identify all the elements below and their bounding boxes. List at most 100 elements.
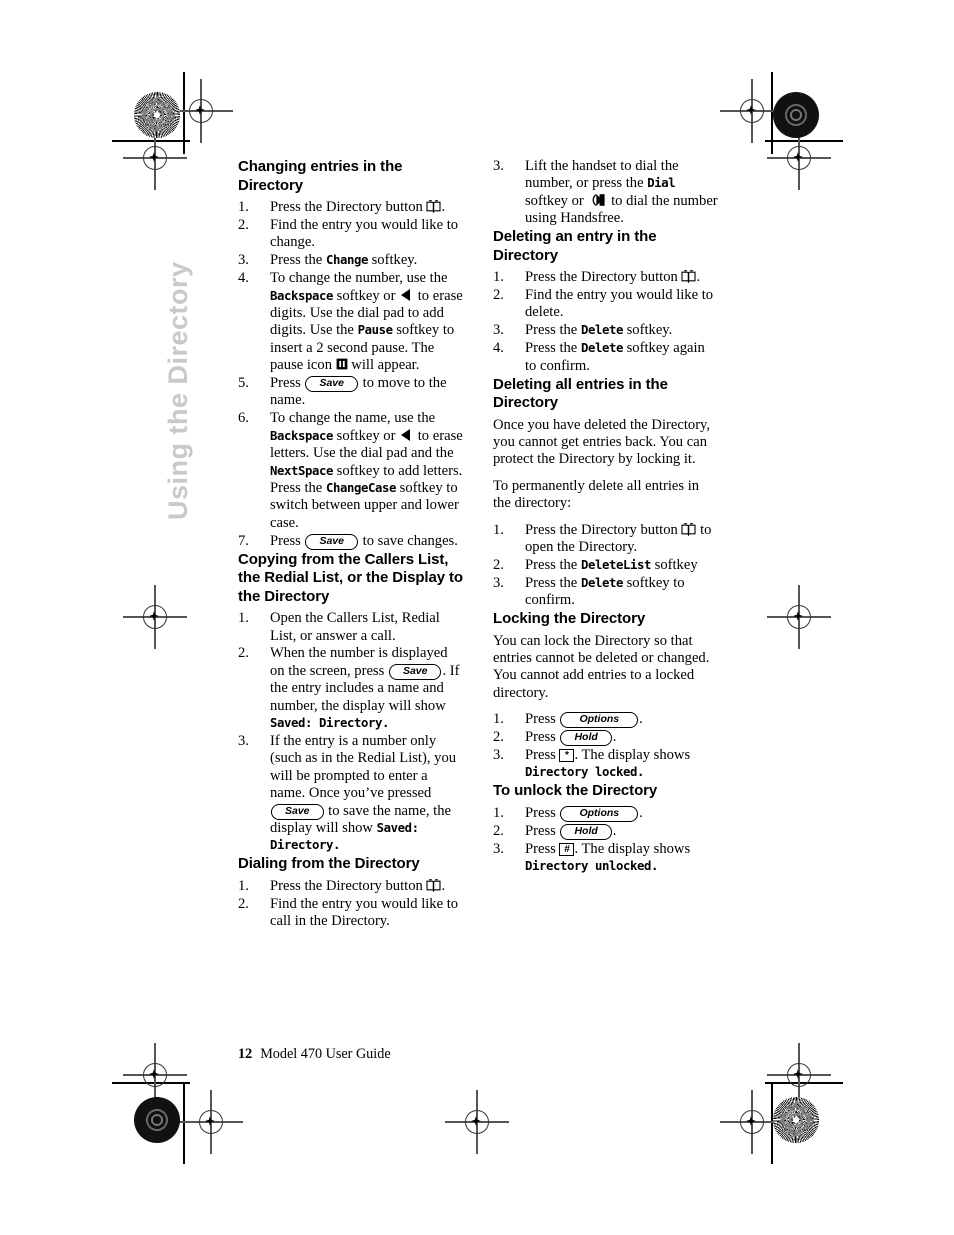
directory-button-icon	[426, 200, 442, 214]
step-text: Press the Directory button .	[270, 877, 446, 894]
pause-icon	[336, 358, 348, 370]
hardkey-save-button[interactable]: Save	[305, 533, 358, 550]
step-number: 4.	[493, 340, 504, 357]
page-footer: 12 Model 470 User Guide	[238, 1046, 391, 1063]
left-column: Changing entries in the Directory 1. Pres…	[238, 158, 463, 931]
hardkey-save-button[interactable]: Save	[388, 663, 442, 680]
step-number: 1.	[493, 269, 504, 286]
steps-dialing-continued: 3. Lift the handset to dial the number, o…	[493, 158, 718, 228]
list-item: 1. Press the Directory button to open the…	[493, 522, 718, 557]
step-text: Press the Directory button .	[270, 199, 446, 215]
lcd-label: DeleteList	[580, 557, 651, 572]
lcd-label: Directory unlocked.	[525, 859, 659, 874]
list-item: 5. Press Save to move to the name.	[238, 375, 463, 410]
list-item: 2. Find the entry you would like to chang…	[238, 217, 463, 252]
list-item: 2. Find the entry you would like to delet…	[493, 287, 718, 322]
list-item: 3. Press *. The display shows Directory l…	[493, 747, 718, 782]
list-item: 2. Press Hold.	[493, 729, 718, 747]
lcd-label: NextSpace	[270, 463, 334, 478]
step-text: Press the Directory button .	[525, 269, 701, 286]
left-triangle-icon	[399, 428, 414, 442]
list-item: 3. Lift the handset to dial the number, o…	[493, 158, 718, 228]
step-number: 2.	[493, 287, 504, 304]
step-text: Press Hold.	[525, 729, 617, 747]
step-text: If the entry is a number only (such as i…	[270, 732, 457, 853]
lcd-label: Saved: Directory.	[270, 716, 390, 731]
pound-key-icon[interactable]: #	[559, 842, 575, 856]
lcd-label: Pause	[357, 323, 393, 338]
body-paragraph: You can lock the Directory so that entri…	[493, 632, 710, 701]
directory-button-icon	[681, 522, 697, 536]
heading-deleting-an-entry: Deleting an entry in the Directory	[493, 228, 657, 264]
heading-dialing-from-directory: Dialing from the Directory	[238, 855, 420, 873]
list-item: 2. Press the DeleteList softkey	[493, 557, 718, 574]
footer-page-number: 12	[238, 1046, 253, 1062]
list-item: 4. To change the number, use the Backspac…	[238, 270, 463, 374]
lcd-label: Backspace	[270, 288, 334, 303]
step-text: Press Save to save changes.	[270, 532, 458, 550]
steps-deleting-an-entry: 1. Press the Directory button . 2. Find the…	[493, 269, 718, 375]
steps-changing-entries: 1. Press the Directory button . 2. Find the…	[238, 199, 463, 550]
step-number: 5.	[238, 375, 249, 392]
step-text: Press Save to move to the name.	[270, 375, 447, 409]
steps-unlock-directory: 1. Press Options. 2. Press Hold. 3. Press #. …	[493, 805, 718, 876]
step-number: 2.	[493, 729, 504, 746]
paragraphs-deleting-all-entries: Once you have deleted the Directory, you…	[493, 417, 718, 513]
registration-target-middle-right	[767, 585, 831, 649]
heading-unlock-directory: To unlock the Directory	[493, 782, 658, 800]
heading-locking-directory: Locking the Directory	[493, 610, 646, 628]
list-item: 1. Press Options.	[493, 805, 718, 822]
step-number: 4.	[238, 270, 249, 287]
hardkey-save-button[interactable]: Save	[271, 803, 324, 820]
step-number: 1.	[238, 610, 249, 627]
heading-deleting-all-entries: Deleting all entries in the Directory	[493, 375, 668, 412]
list-item: 2. Find the entry you would like to call …	[238, 896, 463, 931]
right-column: 3. Lift the handset to dial the number, o…	[493, 158, 718, 876]
list-item: 3. Press the Change softkey.	[238, 252, 463, 269]
hardkey-hold-button[interactable]: Hold	[560, 730, 612, 747]
hardkey-options-button[interactable]: Options	[560, 712, 639, 729]
step-text: Find the entry you would like to change.	[270, 216, 459, 251]
step-text: Press the Delete softkey.	[525, 322, 673, 339]
lcd-label: Backspace	[270, 428, 334, 443]
registration-target-middle-left	[123, 585, 187, 649]
heading-copying-from-lists: Copying from the Callers List, the Redia…	[238, 550, 463, 605]
chapter-side-tab-label: Using the Directory	[163, 261, 193, 520]
step-text: Press the DeleteList softkey	[525, 556, 698, 573]
hardkey-hold-button[interactable]: Hold	[560, 823, 612, 840]
step-text: Press the Directory button to open the D…	[525, 521, 712, 555]
hardkey-save-button[interactable]: Save	[305, 376, 358, 393]
star-key-icon[interactable]: *	[559, 749, 575, 763]
step-text: Press the Delete softkey again to confir…	[525, 340, 705, 374]
step-number: 1.	[238, 199, 249, 215]
registration-rosette-bottom-right	[773, 1097, 819, 1143]
list-item: 1. Press the Directory button .	[238, 199, 463, 216]
step-text: When the number is displayed on the scre…	[270, 645, 460, 731]
step-number: 6.	[238, 410, 249, 427]
lcd-label: Delete	[580, 341, 623, 356]
step-number: 7.	[238, 532, 249, 549]
lcd-label: Change	[325, 253, 368, 268]
body-paragraph: To permanently delete all entries in the…	[493, 477, 700, 512]
step-number: 1.	[493, 711, 504, 728]
steps-locking-directory: 1. Press Options. 2. Press Hold. 3. Press *. …	[493, 711, 718, 782]
list-item: 3. Press #. The display shows Directory u…	[493, 841, 718, 876]
list-item: 4. Press the Delete softkey again to conf…	[493, 340, 718, 375]
steps-deleting-all-entries: 1. Press the Directory button to open the…	[493, 522, 718, 610]
list-item: 1. Press Options.	[493, 711, 718, 729]
registration-target-bottom-center	[445, 1090, 509, 1154]
step-text: Open the Callers List, Redial List, or a…	[270, 610, 440, 644]
list-item: 2. When the number is displayed on the sc…	[238, 645, 463, 732]
step-text: Find the entry you would like to delete.	[525, 287, 714, 321]
hardkey-options-button[interactable]: Options	[560, 805, 639, 822]
list-item: 1. Press the Directory button .	[493, 269, 718, 286]
lcd-label: Dial	[647, 176, 676, 191]
step-text: Press *. The display shows Directory loc…	[525, 747, 691, 780]
step-text: Press Options.	[525, 711, 643, 729]
list-item: 1. Press the Directory button .	[238, 878, 463, 895]
lcd-label: ChangeCase	[325, 481, 396, 495]
registration-rosette-top-left	[134, 92, 180, 138]
step-text: Find the entry you would like to call in…	[270, 895, 459, 930]
step-number: 3.	[493, 322, 504, 339]
list-item: 2. Press Hold.	[493, 823, 718, 840]
